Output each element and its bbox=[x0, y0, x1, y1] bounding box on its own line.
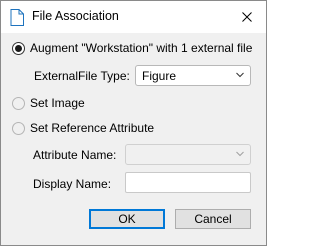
set-reference-attribute-label: Set Reference Attribute bbox=[30, 121, 155, 135]
augment-radio[interactable] bbox=[12, 42, 25, 55]
title-bar[interactable]: File Association bbox=[1, 1, 266, 33]
document-icon bbox=[10, 9, 24, 26]
close-icon bbox=[242, 12, 252, 22]
file-association-dialog: File Association Augment "Workstation" w… bbox=[0, 0, 267, 246]
set-image-label: Set Image bbox=[30, 96, 85, 110]
cancel-button[interactable]: Cancel bbox=[175, 209, 251, 229]
augment-label: Augment "Workstation" with 1 external fi… bbox=[30, 41, 253, 55]
external-file-type-select[interactable]: Figure bbox=[135, 65, 251, 86]
attribute-name-select[interactable] bbox=[125, 144, 251, 165]
external-file-type-label: ExternalFile Type: bbox=[34, 69, 130, 83]
set-reference-attribute-radio[interactable] bbox=[12, 122, 25, 135]
display-name-input[interactable] bbox=[125, 172, 251, 193]
external-file-type-value: Figure bbox=[142, 69, 177, 83]
attribute-name-label: Attribute Name: bbox=[33, 148, 117, 162]
close-button[interactable] bbox=[233, 4, 261, 30]
set-image-radio[interactable] bbox=[12, 97, 25, 110]
chevron-down-icon bbox=[236, 72, 244, 78]
ok-button[interactable]: OK bbox=[89, 209, 165, 229]
dialog-title: File Association bbox=[32, 9, 119, 23]
display-name-label: Display Name: bbox=[33, 177, 112, 191]
chevron-down-icon bbox=[236, 151, 244, 157]
